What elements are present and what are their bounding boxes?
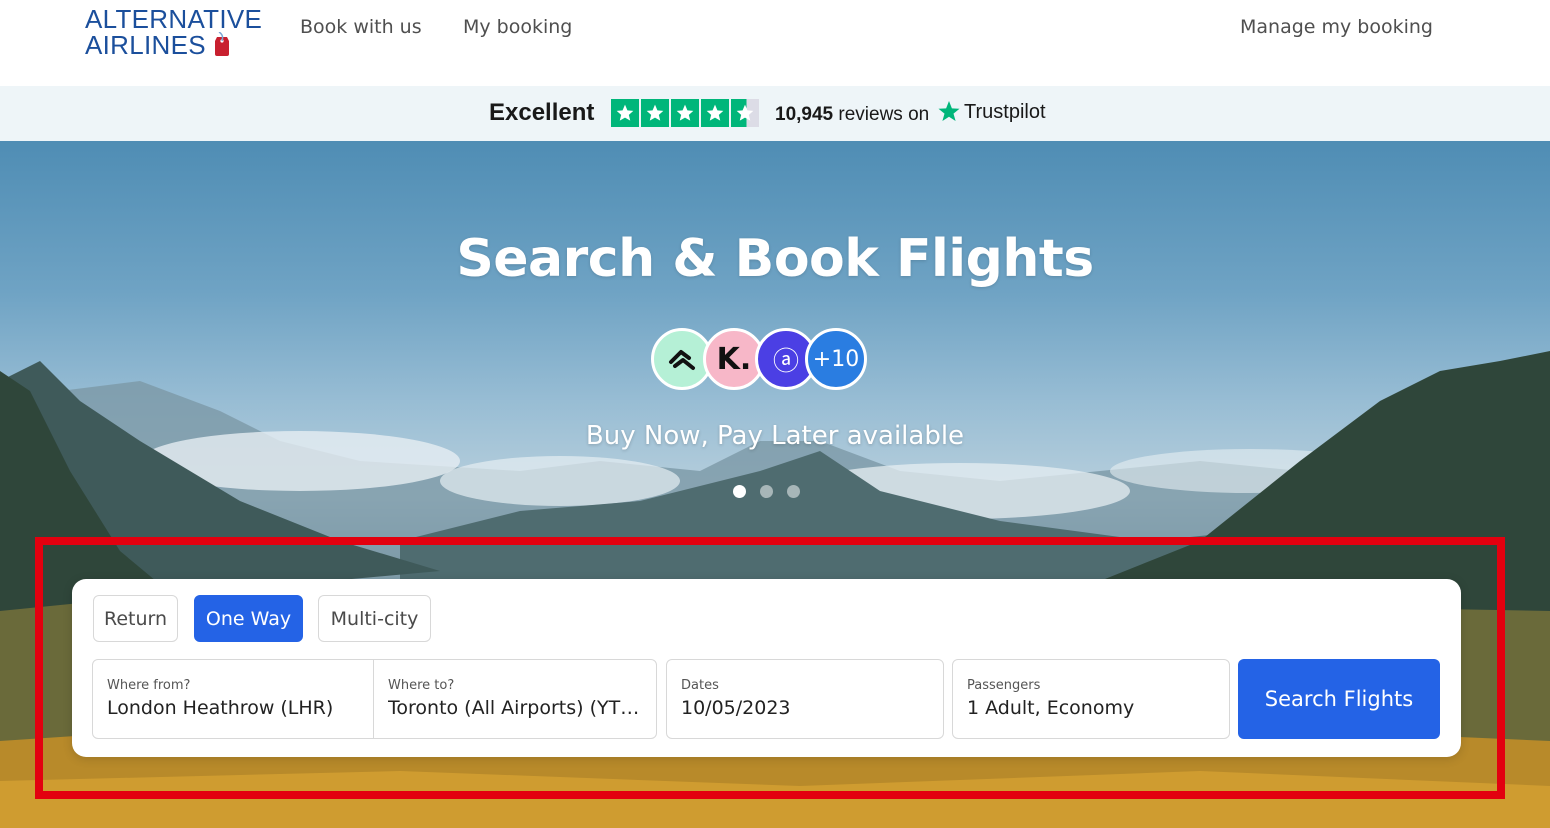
half-star-icon [731, 99, 759, 127]
trustpilot-stars [611, 99, 759, 127]
more-providers-badge: +10 [805, 328, 867, 390]
trustpilot-rating-word: Excellent [489, 99, 595, 126]
dates-value: 10/05/2023 [681, 697, 791, 719]
where-from-value: London Heathrow (LHR) [107, 697, 334, 719]
bnpl-provider-badges: K. ⓐ +10 [651, 328, 871, 392]
trustpilot-star-icon [938, 101, 960, 121]
flight-search-panel: Return One Way Multi-city Where from? Lo… [72, 579, 1461, 757]
dates-field[interactable]: Dates 10/05/2023 [666, 659, 944, 739]
carousel-dots [733, 485, 800, 498]
carousel-dot-3[interactable] [787, 485, 800, 498]
luggage-tag-icon [214, 31, 230, 56]
hero-title: Search & Book Flights [456, 229, 1094, 289]
carousel-dot-1[interactable] [733, 485, 746, 498]
trustpilot-brand: Trustpilot [964, 100, 1046, 123]
trustpilot-review-count: 10,945 [775, 104, 834, 125]
brand-logo[interactable]: ALTERNATIVE AIRLINES [85, 6, 262, 58]
trustpilot-reviews-suffix: reviews on [838, 104, 930, 125]
nav-manage-my-booking[interactable]: Manage my booking [1240, 16, 1433, 38]
star-icon [611, 99, 639, 127]
where-from-field[interactable]: Where from? London Heathrow (LHR) [92, 659, 374, 739]
site-header: ALTERNATIVE AIRLINES Book with us My boo… [0, 0, 1550, 86]
trip-type-return[interactable]: Return [93, 595, 178, 642]
dates-label: Dates [681, 678, 719, 693]
trip-type-multi-city[interactable]: Multi-city [318, 595, 431, 642]
trip-type-one-way[interactable]: One Way [194, 595, 303, 642]
brand-logo-line1: ALTERNATIVE [85, 4, 263, 34]
trustpilot-review-text: 10,945 reviews on [775, 104, 929, 126]
carousel-dot-2[interactable] [760, 485, 773, 498]
search-flights-button[interactable]: Search Flights [1238, 659, 1440, 739]
where-to-value: Toronto (All Airports) (YTO) [388, 697, 642, 719]
hero-subtitle: Buy Now, Pay Later available [585, 421, 965, 451]
passengers-value: 1 Adult, Economy [967, 697, 1135, 719]
passengers-field[interactable]: Passengers 1 Adult, Economy [952, 659, 1230, 739]
trustpilot-bar[interactable]: Excellent 10,945 reviews on Trustpilot [0, 86, 1550, 141]
star-icon [671, 99, 699, 127]
where-from-label: Where from? [107, 678, 191, 693]
passengers-label: Passengers [967, 678, 1041, 693]
brand-logo-line2: AIRLINES [85, 30, 206, 60]
nav-my-booking[interactable]: My booking [463, 16, 572, 38]
nav-book-with-us[interactable]: Book with us [300, 16, 422, 38]
where-to-label: Where to? [388, 678, 455, 693]
trustpilot-logo: Trustpilot [937, 100, 1046, 124]
star-icon [701, 99, 729, 127]
where-to-field[interactable]: Where to? Toronto (All Airports) (YTO) [373, 659, 657, 739]
star-icon [641, 99, 669, 127]
